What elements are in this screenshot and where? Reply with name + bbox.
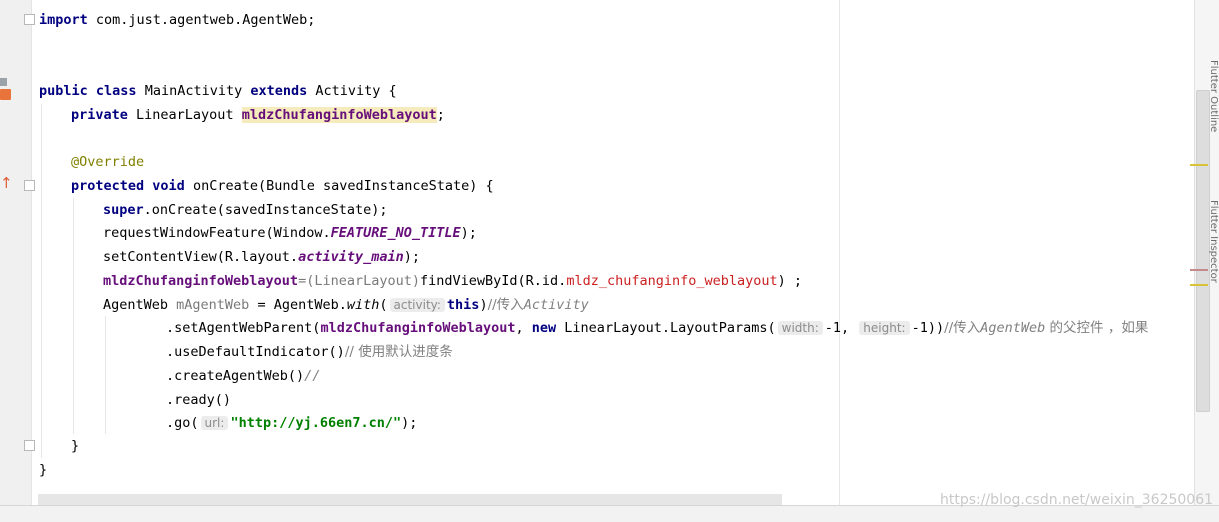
overrides-method-up-arrow-icon[interactable]: ↑: [0, 174, 13, 192]
indent-guide: [41, 104, 42, 458]
warning-marker[interactable]: [1190, 284, 1208, 286]
method-call: setContentView(R.layout.: [103, 249, 299, 265]
code-line-close-class[interactable]: }: [39, 459, 47, 481]
code-line-import[interactable]: import com.just.agentweb.AgentWeb;: [39, 9, 315, 31]
keyword: this: [446, 297, 480, 313]
import-path: com.just.agentweb.AgentWeb;: [87, 12, 316, 28]
superclass: Activity {: [307, 83, 397, 99]
parameter-hint-url: url:: [200, 416, 229, 430]
fold-marker-icon[interactable]: [24, 180, 35, 191]
right-margin-guide: [839, 0, 840, 521]
field-name-highlighted: mldzChufanginfoWeblayout: [241, 107, 437, 123]
punctuation: );: [401, 415, 418, 431]
comment: //传入: [944, 320, 981, 336]
code-line-ready[interactable]: .ready(): [166, 389, 231, 411]
comment: 的父控件 ，如果: [1045, 320, 1149, 336]
punctuation: ,: [515, 320, 532, 336]
comment: AgentWeb: [980, 320, 1046, 336]
code-line-agentweb-with[interactable]: AgentWeb mAgentWeb = AgentWeb.with(activ…: [103, 294, 589, 316]
cast: =(LinearLayout): [298, 273, 420, 289]
closing-brace: }: [39, 462, 48, 478]
code-line-create-agentweb[interactable]: .createAgentWeb()//: [166, 365, 320, 387]
keyword: private: [71, 107, 128, 123]
semicolon: ;: [436, 107, 445, 123]
method-signature: onCreate(Bundle savedInstanceState) {: [184, 178, 494, 194]
static-constant: activity_main: [298, 249, 404, 265]
flutter-outline-label: Flutter Outline: [1208, 60, 1219, 133]
fold-marker-icon[interactable]: [24, 14, 35, 25]
static-method: with: [346, 297, 380, 313]
static-constant: FEATURE_NO_TITLE: [330, 225, 461, 241]
method-call: requestWindowFeature(Window.: [103, 225, 331, 241]
indent-guide: [105, 316, 106, 434]
method-call: findViewById(R.id.: [420, 273, 567, 289]
type-name: AgentWeb: [103, 297, 177, 313]
code-line-close-method[interactable]: }: [71, 435, 79, 457]
keyword: void: [152, 178, 185, 194]
string-literal: "http://yj.66en7.cn/": [230, 415, 402, 431]
flutter-inspector-label: Flutter Inspector: [1208, 200, 1219, 283]
keyword: public: [39, 83, 88, 99]
keyword: class: [95, 83, 137, 99]
resource-id: mldz_chufanginfo_weblayout: [566, 273, 778, 289]
field-reference: mldzChufanginfoWeblayout: [103, 273, 299, 289]
method-call: .createAgentWeb(): [166, 368, 305, 384]
variable-name: mAgentWeb: [176, 297, 250, 313]
keyword: protected: [71, 178, 145, 194]
parameter-hint-height: height:: [859, 321, 910, 335]
comment: //传入: [487, 297, 524, 313]
punctuation: );: [460, 225, 477, 241]
argument: -1)): [911, 320, 945, 336]
argument: -1,: [824, 320, 850, 336]
keyword: extends: [250, 83, 308, 99]
code-line-class-declaration[interactable]: public class MainActivity extends Activi…: [39, 80, 397, 102]
code-line-set-content-view[interactable]: setContentView(R.layout.activity_main);: [103, 246, 420, 268]
field-reference: mldzChufanginfoWeblayout: [320, 320, 516, 336]
punctuation: );: [403, 249, 421, 265]
comment: Activity: [523, 297, 589, 313]
code-line-super-oncreate[interactable]: super.onCreate(savedInstanceState);: [103, 199, 387, 221]
parameter-hint-activity: activity:: [389, 298, 445, 312]
method-call: .useDefaultIndicator(): [166, 344, 345, 360]
keyword: import: [39, 12, 88, 28]
implementation-marker-icon[interactable]: [0, 78, 7, 86]
keyword: new: [531, 320, 557, 336]
punctuation: (: [379, 297, 388, 313]
override-marker-icon[interactable]: [0, 89, 11, 100]
code-line-override-annotation[interactable]: @Override: [71, 151, 144, 173]
class-name: MainActivity: [136, 83, 251, 99]
code-line-field-declaration[interactable]: private LinearLayout mldzChufanginfoWebl…: [71, 104, 445, 126]
flutter-outline-tab[interactable]: Flutter Outline: [1208, 60, 1219, 170]
watermark-text: https://blog.csdn.net/weixin_36250061: [940, 492, 1214, 508]
indent-guide: [73, 198, 74, 434]
constructor-call: LinearLayout.LayoutParams(: [556, 320, 776, 336]
keyword: super: [103, 202, 144, 218]
annotation: @Override: [71, 154, 145, 170]
comment: // 使用默认进度条: [344, 344, 453, 360]
field-type: LinearLayout: [127, 107, 242, 123]
code-line-set-agentweb-parent[interactable]: .setAgentWebParent(mldzChufanginfoWeblay…: [166, 317, 1148, 339]
error-marker[interactable]: [1190, 269, 1208, 271]
warning-marker[interactable]: [1190, 164, 1208, 166]
fold-marker-icon[interactable]: [24, 440, 35, 451]
code-line-use-default-indicator[interactable]: .useDefaultIndicator()// 使用默认进度条: [166, 341, 453, 363]
punctuation: ) ;: [777, 273, 803, 289]
code-line-go[interactable]: .go(url: "http://yj.66en7.cn/");: [166, 412, 417, 434]
assignment: = AgentWeb.: [249, 297, 347, 313]
closing-brace: }: [71, 438, 80, 454]
code-line-find-view-by-id[interactable]: mldzChufanginfoWeblayout=(LinearLayout)f…: [103, 270, 802, 292]
method-call: .onCreate(savedInstanceState);: [143, 202, 388, 218]
method-call: .setAgentWebParent(: [166, 320, 321, 336]
code-line-request-window-feature[interactable]: requestWindowFeature(Window.FEATURE_NO_T…: [103, 222, 477, 244]
method-call: .ready(): [166, 392, 232, 408]
code-line-oncreate-signature[interactable]: protected void onCreate(Bundle savedInst…: [71, 175, 494, 197]
punctuation: ): [479, 297, 488, 313]
flutter-inspector-tab[interactable]: Flutter Inspector: [1208, 200, 1219, 320]
method-call: .go(: [166, 415, 199, 431]
parameter-hint-width: width:: [777, 321, 823, 335]
comment: //: [304, 368, 321, 384]
